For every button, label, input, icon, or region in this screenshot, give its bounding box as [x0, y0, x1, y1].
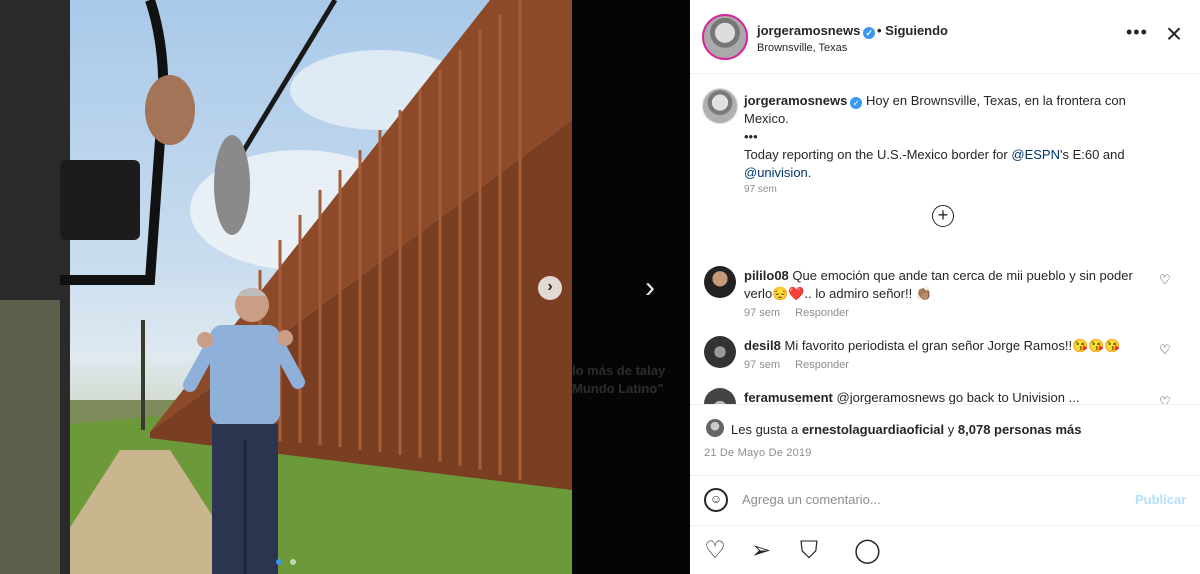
likes-text: Les gusta a ernestolaguardiaoficial y 8,… [731, 422, 1081, 437]
comment-time[interactable]: 97 sem [744, 359, 780, 371]
comment-meta: 97 sem Responder [744, 359, 861, 371]
comment-item: feramusement @jorgeramosnews go back to … [690, 388, 1200, 404]
username-text[interactable]: jorgeramosnews [757, 23, 860, 38]
caption-text: jorgeramosnews ✓ Hoy en Brownsville, Texa… [744, 92, 1154, 182]
caption-line-english-cont: 's E:60 and [1059, 147, 1125, 162]
author-username[interactable]: jorgeramosnews ✓ [757, 23, 876, 39]
comments-scroll-area[interactable]: jorgeramosnews ✓ Hoy en Brownsville, Texa… [690, 74, 1200, 404]
likes-mid: y [944, 422, 958, 437]
commenter-username[interactable]: pililo08 [744, 268, 789, 283]
carousel-dot-active [276, 559, 282, 565]
post-side-panel: jorgeramosnews ✓ • Siguiendo Brownsville,… [690, 0, 1200, 574]
comment-body: @jorgeramosnews go back to Univision ... [836, 390, 1080, 404]
carousel-next-button[interactable]: › [538, 276, 562, 300]
backdrop-strip: lo más de talay Mundo Latino" [572, 0, 690, 574]
emoji-icon[interactable]: ☺ [704, 488, 728, 512]
mention-univision-link[interactable]: @univision [744, 165, 808, 180]
more-options-icon[interactable]: ••• [1126, 22, 1148, 43]
heart-icon[interactable]: ♡ [702, 538, 728, 564]
likes-section: Les gusta a ernestolaguardiaoficial y 8,… [690, 404, 1200, 475]
bookmark-icon[interactable]: ⛉ [796, 538, 822, 564]
caption-line-english: Today reporting on the U.S.-Mexico borde… [744, 147, 1008, 162]
caption-separator: ••• [744, 129, 758, 144]
border-scene-illustration [0, 0, 572, 574]
comment-body: Mi favorito periodista el gran señor Jor… [784, 338, 1121, 353]
commenter-username[interactable]: feramusement [744, 390, 833, 404]
commenter-avatar[interactable] [704, 336, 736, 368]
likes-prefix: Les gusta a [731, 422, 802, 437]
carousel-dot [290, 559, 297, 565]
post-photo: › [0, 0, 572, 574]
reply-button[interactable]: Responder [795, 359, 849, 371]
close-icon[interactable]: × [1162, 20, 1186, 48]
comment-meta: 97 sem Responder [744, 307, 861, 319]
caption-avatar[interactable] [702, 88, 738, 124]
chevron-right-icon: › [547, 278, 553, 295]
next-post-arrow[interactable]: › [638, 272, 662, 304]
comment-item: desil8 Mi favorito periodista el gran se… [690, 336, 1200, 388]
follow-label[interactable]: Siguiendo [885, 23, 948, 38]
share-icon[interactable]: ➢ [748, 538, 774, 564]
carousel-dots [276, 552, 297, 570]
location-link[interactable]: Brownsville, Texas [757, 42, 847, 54]
mention-espn-link[interactable]: @ESPN [1011, 147, 1060, 162]
reply-button[interactable]: Responder [795, 307, 849, 319]
comment-text: feramusement @jorgeramosnews go back to … [744, 389, 1154, 404]
caption-username[interactable]: jorgeramosnews [744, 93, 847, 108]
verified-icon: ✓ [863, 27, 876, 39]
commenter-avatar[interactable] [704, 266, 736, 298]
comment-composer: ☺ Agrega un comentario... Publicar [690, 475, 1200, 525]
plus-circle-icon[interactable]: + [932, 205, 954, 227]
caption-end: . [807, 165, 812, 180]
comment-text: desil8 Mi favorito periodista el gran se… [744, 337, 1154, 355]
likes-count-link[interactable]: 8,078 personas más [958, 422, 1082, 437]
heart-icon[interactable]: ♡ [1159, 272, 1171, 288]
liker-username[interactable]: ernestolaguardiaoficial [802, 422, 944, 437]
comment-input[interactable]: Agrega un comentario... [742, 492, 881, 507]
comment-text: pililo08 Que emoción que ande tan cerca … [744, 267, 1154, 303]
caption-timestamp[interactable]: 97 sem [744, 184, 777, 195]
comment-body: Que emoción que ande tan cerca de mii pu… [744, 268, 1133, 301]
author-avatar[interactable] [702, 14, 748, 60]
comment-item: pililo08 Que emoción que ande tan cerca … [690, 266, 1200, 319]
liker-avatar[interactable] [706, 419, 724, 437]
comment-time[interactable]: 97 sem [744, 307, 780, 319]
heart-icon[interactable]: ♡ [1159, 342, 1171, 358]
post-header: jorgeramosnews ✓ • Siguiendo Brownsville,… [690, 0, 1200, 74]
post-date[interactable]: 21 De Mayo De 2019 [704, 447, 812, 459]
background-ghost-text: lo más de talay Mundo Latino" [572, 363, 666, 396]
comment-icon[interactable]: ◯ [854, 538, 881, 564]
follow-status[interactable]: • Siguiendo [877, 23, 948, 38]
verified-icon: ✓ [850, 97, 863, 109]
post-comment-button[interactable]: Publicar [1135, 492, 1186, 507]
heart-icon[interactable]: ♡ [1159, 394, 1171, 404]
commenter-avatar[interactable] [704, 388, 736, 404]
chevron-right-icon: › [645, 271, 655, 304]
action-bar: ♡ ◯ ➢ ⛉ [690, 525, 1200, 574]
commenter-username[interactable]: desil8 [744, 338, 781, 353]
